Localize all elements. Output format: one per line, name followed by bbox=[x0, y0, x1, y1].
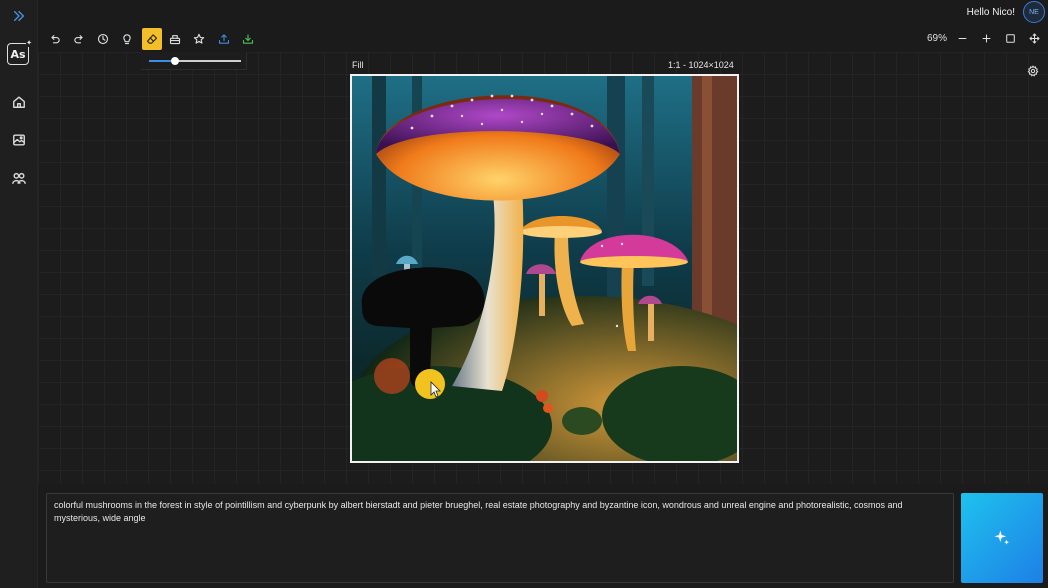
sparkle-icon bbox=[994, 530, 1010, 545]
square-icon bbox=[1005, 33, 1015, 43]
eraser-icon bbox=[146, 34, 158, 44]
canvas-mode-label: Fill bbox=[352, 60, 364, 70]
ideas-button[interactable] bbox=[117, 28, 137, 50]
brush-size-slider[interactable] bbox=[149, 57, 241, 65]
expand-sidebar-button[interactable] bbox=[7, 4, 31, 28]
zoom-in-button[interactable] bbox=[977, 29, 995, 47]
logo-spark-icon: ✦ bbox=[26, 39, 32, 47]
canvas-settings-button[interactable] bbox=[1027, 64, 1041, 78]
brush-size-popover bbox=[141, 52, 247, 70]
undo-button[interactable] bbox=[45, 28, 65, 50]
eraser-button[interactable] bbox=[142, 28, 162, 50]
redo-button[interactable] bbox=[69, 28, 89, 50]
mushroom-forest-image bbox=[352, 76, 737, 461]
generated-image[interactable] bbox=[350, 74, 739, 463]
basket-icon bbox=[169, 35, 181, 45]
plus-icon bbox=[982, 34, 990, 42]
brush-size-thumb[interactable] bbox=[170, 57, 179, 65]
community-icon bbox=[12, 172, 26, 184]
gallery-icon bbox=[13, 134, 25, 146]
gear-icon bbox=[1027, 65, 1039, 77]
sidebar-item-home[interactable] bbox=[7, 90, 31, 114]
upload-button[interactable] bbox=[214, 28, 234, 50]
canvas-area[interactable]: Fill 1:1 - 1024×1024 bbox=[38, 52, 1048, 484]
canvas-size-label: 1:1 - 1024×1024 bbox=[668, 60, 734, 70]
download-icon bbox=[242, 34, 254, 44]
prompt-input[interactable]: colorful mushrooms in the forest in styl… bbox=[46, 493, 954, 583]
history-button[interactable] bbox=[93, 28, 113, 50]
generate-button[interactable] bbox=[961, 493, 1043, 583]
redo-icon bbox=[74, 35, 83, 44]
upload-icon bbox=[218, 34, 230, 44]
greeting-text: Hello Nico! bbox=[966, 7, 1015, 18]
sidebar-item-community[interactable] bbox=[7, 166, 31, 190]
history-icon bbox=[97, 33, 109, 45]
avatar[interactable]: NE bbox=[1023, 1, 1045, 23]
minus-icon bbox=[958, 37, 966, 39]
sidebar-item-gallery[interactable] bbox=[7, 128, 31, 152]
favorite-button[interactable] bbox=[189, 28, 209, 50]
move-arrows-icon bbox=[1029, 33, 1039, 43]
lightbulb-icon bbox=[123, 34, 131, 45]
fit-to-screen-button[interactable] bbox=[1001, 29, 1019, 47]
zoom-level: 69% bbox=[926, 33, 947, 44]
left-sidebar: As ✦ bbox=[0, 0, 38, 588]
download-button[interactable] bbox=[238, 28, 258, 50]
app-logo[interactable]: As ✦ bbox=[7, 39, 32, 65]
top-toolbar: Hello Nico! NE 69% bbox=[38, 0, 1048, 52]
expand-chevrons-icon bbox=[13, 10, 25, 22]
home-icon bbox=[13, 96, 25, 108]
logo-text: As bbox=[10, 47, 26, 61]
pan-button[interactable] bbox=[1025, 29, 1043, 47]
undo-icon bbox=[51, 35, 60, 44]
star-icon bbox=[193, 33, 205, 44]
basket-button[interactable] bbox=[165, 28, 185, 50]
zoom-out-button[interactable] bbox=[953, 29, 971, 47]
